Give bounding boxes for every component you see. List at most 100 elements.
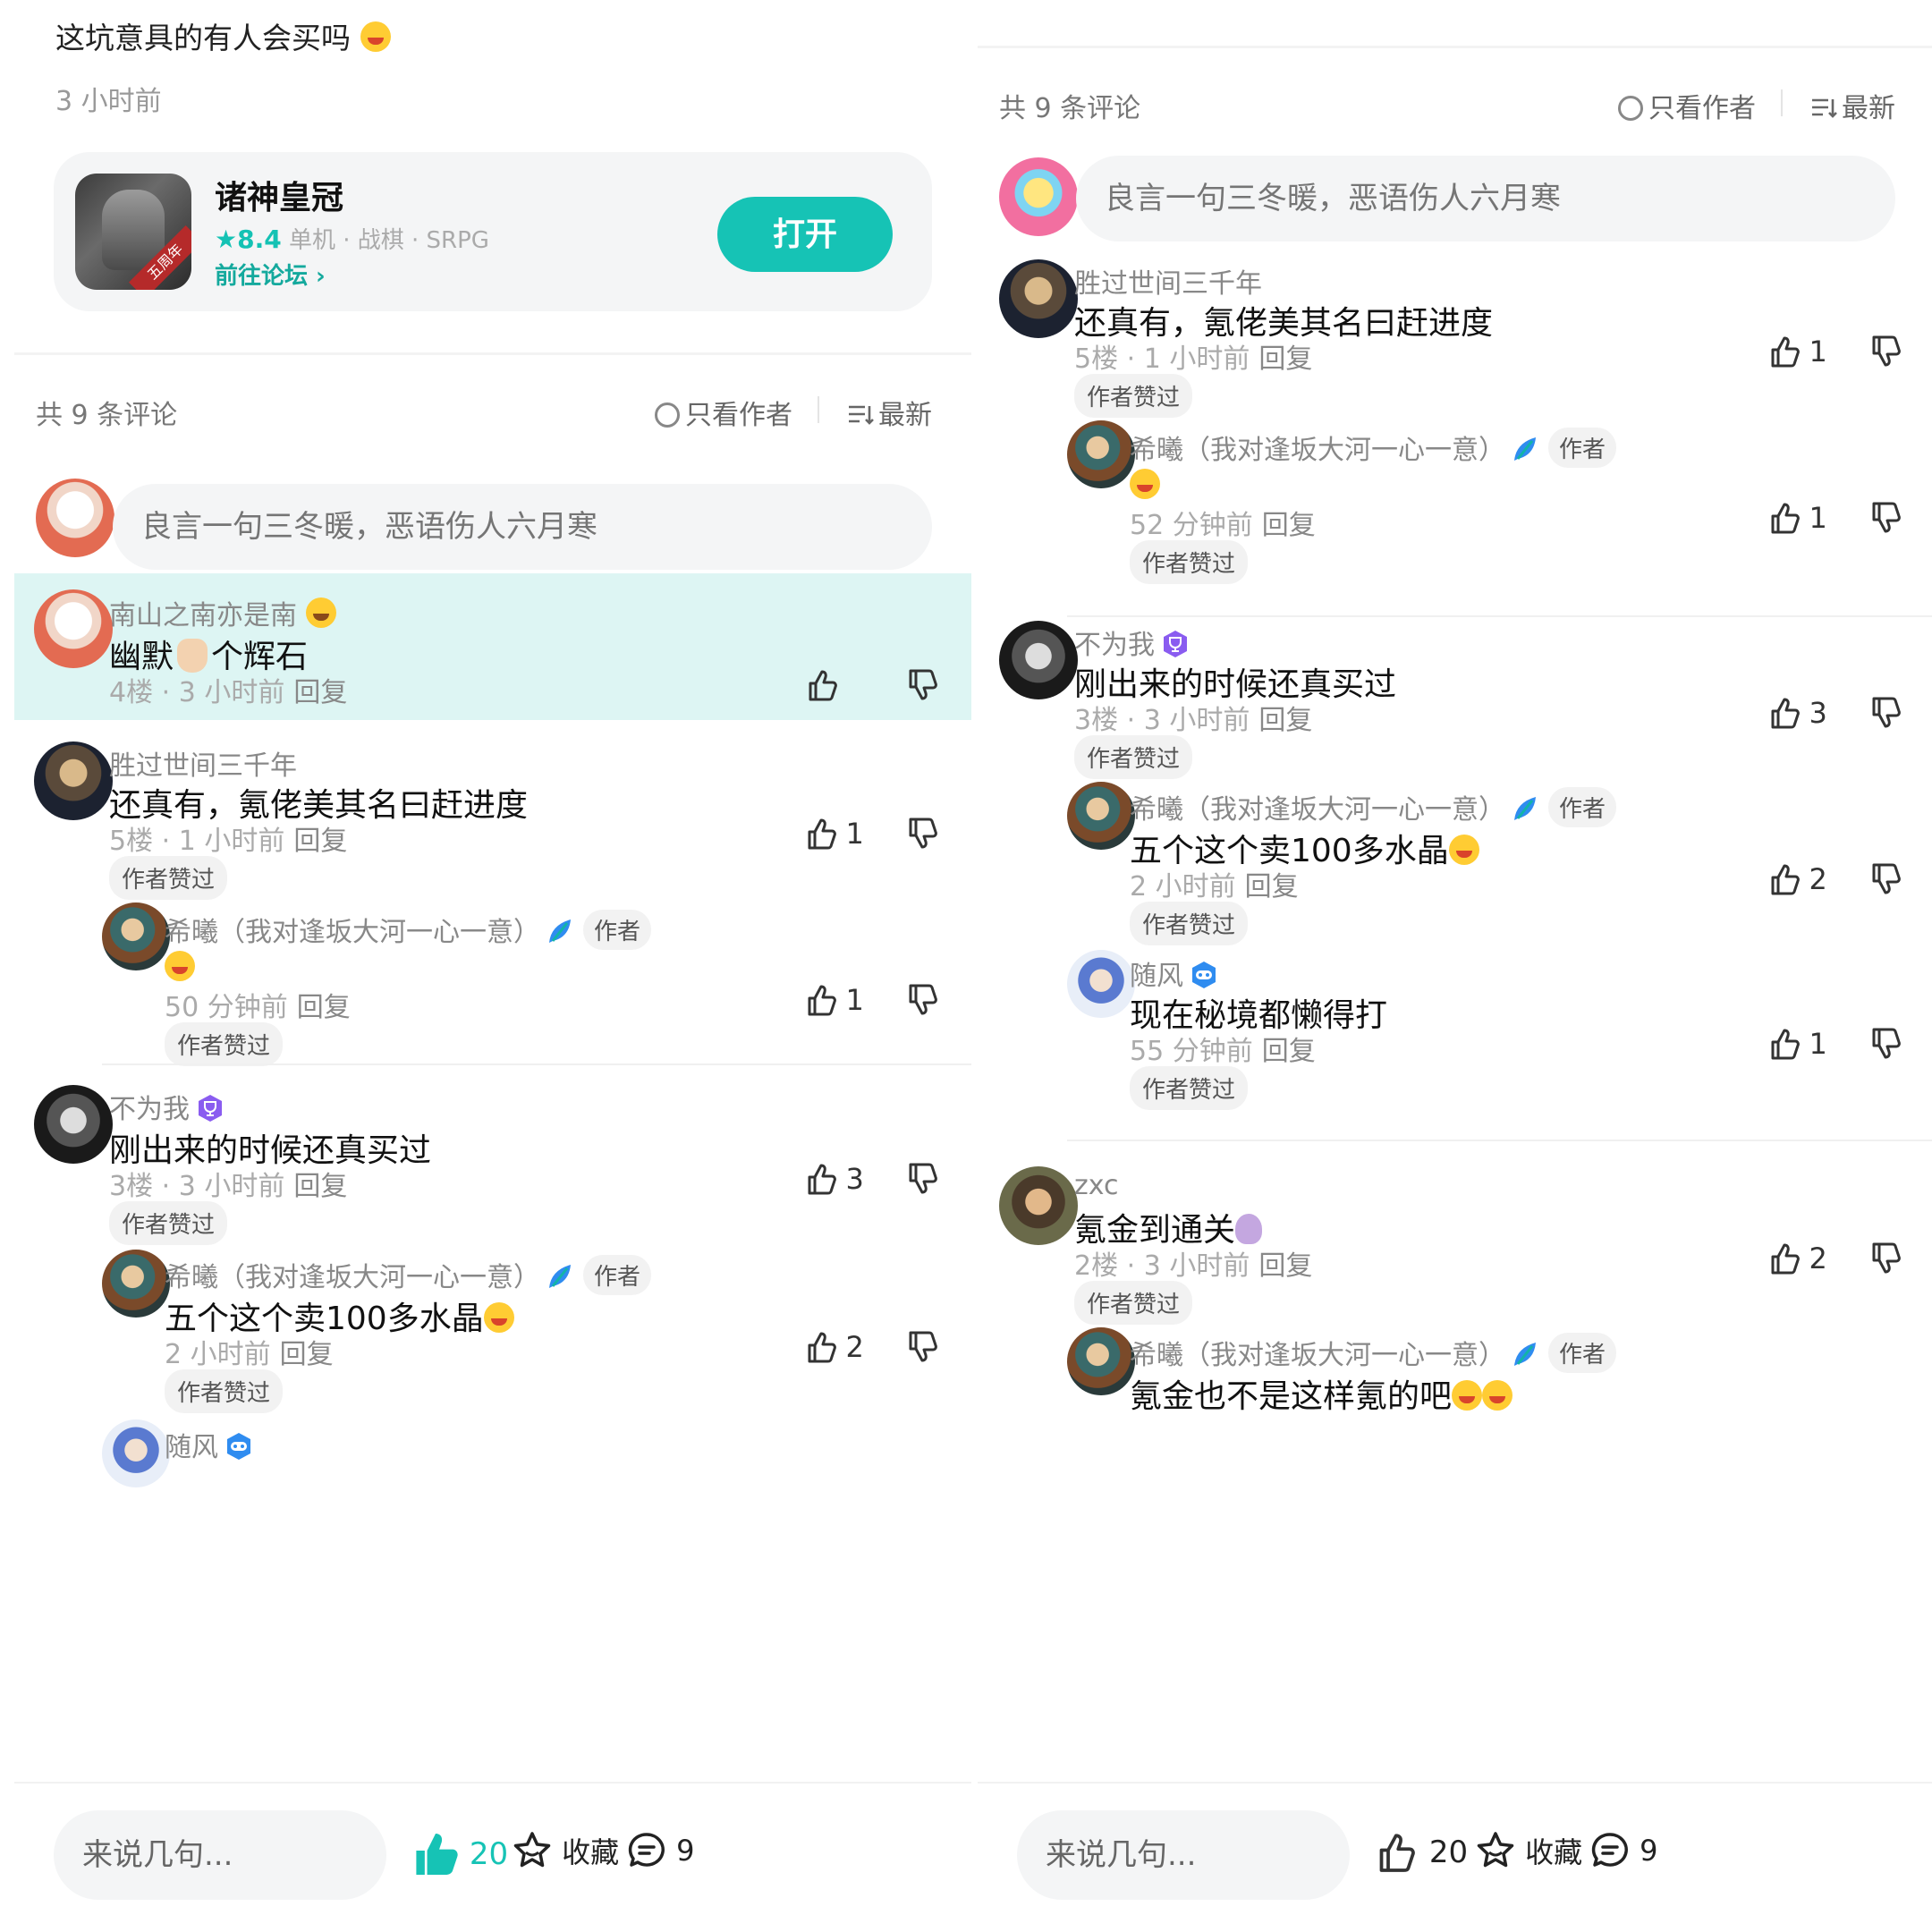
thumb-up-icon[interactable] — [1767, 500, 1803, 536]
thumb-up-icon[interactable] — [804, 1329, 840, 1365]
game-icon-ribbon: 五周年 — [128, 225, 191, 290]
emoji-icon — [1482, 1380, 1513, 1411]
comment-username[interactable]: zxc — [1074, 1170, 1118, 1201]
comment-entry-button[interactable]: 来说几句... — [1017, 1810, 1350, 1900]
thumb-up-icon[interactable] — [1767, 1026, 1803, 1062]
reply-meta: 2 小时前 回复 — [165, 1339, 334, 1370]
thumb-down-icon[interactable] — [905, 1329, 941, 1365]
comments-button[interactable]: 9 — [626, 1830, 695, 1871]
thumb-up-icon[interactable] — [804, 982, 840, 1018]
avatar[interactable] — [999, 621, 1078, 699]
thumb-down-icon[interactable] — [905, 667, 941, 703]
avatar[interactable] — [1067, 782, 1135, 850]
thumb-up-icon[interactable] — [804, 816, 840, 852]
open-game-button[interactable]: 打开 — [717, 197, 893, 272]
like-button[interactable]: 20 — [1375, 1830, 1468, 1875]
avatar[interactable] — [1067, 950, 1135, 1018]
reply-button[interactable]: 回复 — [293, 1171, 347, 1202]
reply-meta: 55 分钟前 回复 — [1130, 1036, 1316, 1067]
reply-button[interactable]: 回复 — [293, 826, 347, 857]
reply-input[interactable] — [1076, 156, 1895, 242]
comment-username[interactable]: 胜过世间三千年 — [109, 743, 297, 783]
reply-button[interactable]: 回复 — [1258, 1250, 1312, 1282]
thumb-down-icon[interactable] — [1868, 1026, 1904, 1062]
forum-link[interactable]: 前往论坛 › — [215, 258, 326, 291]
reply-button[interactable]: 回复 — [280, 1339, 334, 1370]
bottom-bar: 来说几句... 20 收藏 9 — [978, 1782, 1932, 1932]
reply-emoji — [165, 951, 195, 981]
comment-meta: 4楼 · 3 小时前 回复 — [109, 677, 348, 708]
thumb-down-icon[interactable] — [1868, 500, 1904, 536]
like-count: 2 — [1809, 862, 1827, 896]
emoji-icon — [360, 21, 391, 52]
circle-icon — [655, 402, 680, 428]
like-button[interactable]: 20 — [411, 1830, 508, 1878]
avatar[interactable] — [36, 479, 114, 557]
thumb-up-icon[interactable] — [1767, 861, 1803, 897]
comment-meta: 3楼 · 3 小时前 回复 — [1074, 705, 1313, 736]
avatar[interactable] — [999, 157, 1078, 236]
reply-username[interactable]: 希曦（我对逢坂大河一心一意） 作者 — [1130, 787, 1617, 827]
comment-username[interactable]: 不为我 — [109, 1087, 225, 1126]
avatar[interactable] — [102, 1250, 170, 1318]
trophy-badge-icon — [195, 1093, 225, 1123]
reply-meta: 2 小时前 回复 — [1130, 871, 1299, 902]
comment-actions: 1 — [804, 815, 941, 852]
avatar[interactable] — [1067, 1327, 1135, 1395]
gamepad-badge-icon — [224, 1431, 254, 1462]
thumb-down-icon[interactable] — [905, 1161, 941, 1197]
reply-username[interactable]: 希曦（我对逢坂大河一心一意） 作者 — [1130, 428, 1617, 468]
reply-button[interactable]: 回复 — [1258, 343, 1312, 375]
thumb-down-icon[interactable] — [905, 816, 941, 852]
thumb-down-icon[interactable] — [1868, 695, 1904, 731]
favorite-button[interactable]: 收藏 — [512, 1830, 619, 1871]
thumb-up-icon[interactable] — [805, 667, 841, 703]
comment-entry-button[interactable]: 来说几句... — [54, 1810, 386, 1900]
thumb-up-icon[interactable] — [1767, 695, 1803, 731]
reply-button[interactable]: 回复 — [297, 992, 351, 1023]
emoji-icon — [165, 951, 195, 981]
avatar[interactable] — [1067, 420, 1135, 488]
reply-button[interactable]: 回复 — [1258, 705, 1312, 736]
avatar[interactable] — [34, 1085, 113, 1164]
comment-bar: 共 9 条评论 只看作者 最新 — [14, 355, 971, 445]
reply-input[interactable] — [113, 484, 932, 570]
comment-username[interactable]: 南山之南亦是南 — [109, 593, 336, 632]
game-meta: ★8.4 单机 · 战棋 · SRPG — [215, 222, 489, 255]
avatar[interactable] — [102, 902, 170, 970]
comment-username[interactable]: 不为我 — [1074, 623, 1191, 662]
sort-latest-button[interactable]: 最新 — [848, 393, 932, 432]
reply-username[interactable]: 希曦（我对逢坂大河一心一意） 作者 — [165, 1255, 652, 1295]
thumb-up-icon[interactable] — [1767, 1241, 1803, 1276]
comment-username[interactable]: 胜过世间三千年 — [1074, 261, 1262, 301]
comments-button[interactable]: 9 — [1589, 1830, 1658, 1871]
emoji-icon — [1448, 835, 1479, 865]
thumb-down-icon[interactable] — [1868, 334, 1904, 369]
game-card[interactable]: 五周年 诸神皇冠 ★8.4 单机 · 战棋 · SRPG 前往论坛 › 打开 — [54, 152, 932, 311]
thumb-down-icon[interactable] — [1868, 1241, 1904, 1276]
favorite-button[interactable]: 收藏 — [1475, 1830, 1582, 1871]
comment-actions: 2 — [1767, 1240, 1904, 1276]
comment-bar: 共 9 条评论 只看作者 最新 — [978, 48, 1932, 124]
avatar[interactable] — [999, 1166, 1078, 1245]
reply-username[interactable]: 希曦（我对逢坂大河一心一意） 作者 — [165, 910, 652, 950]
only-author-toggle[interactable]: 只看作者 — [655, 393, 792, 432]
thumb-up-icon[interactable] — [1767, 334, 1803, 369]
thumb-down-icon[interactable] — [905, 982, 941, 1018]
author-liked-tag: 作者赞过 — [1074, 1281, 1193, 1325]
avatar[interactable] — [34, 741, 113, 820]
avatar[interactable] — [102, 1419, 170, 1487]
reply-username[interactable]: 希曦（我对逢坂大河一心一意） 作者 — [1130, 1333, 1617, 1373]
reply-button[interactable]: 回复 — [1262, 1036, 1316, 1067]
reply-button[interactable]: 回复 — [293, 677, 347, 708]
reply-button[interactable]: 回复 — [1262, 510, 1316, 541]
avatar[interactable] — [999, 259, 1078, 338]
reply-row — [14, 445, 971, 570]
reply-username[interactable]: 随风 — [1130, 953, 1219, 993]
like-count: 3 — [1809, 696, 1827, 730]
reply-username[interactable]: 随风 — [165, 1425, 254, 1464]
avatar[interactable] — [34, 589, 113, 668]
reply-button[interactable]: 回复 — [1245, 871, 1299, 902]
thumb-up-icon[interactable] — [804, 1161, 840, 1197]
thumb-down-icon[interactable] — [1868, 861, 1904, 897]
